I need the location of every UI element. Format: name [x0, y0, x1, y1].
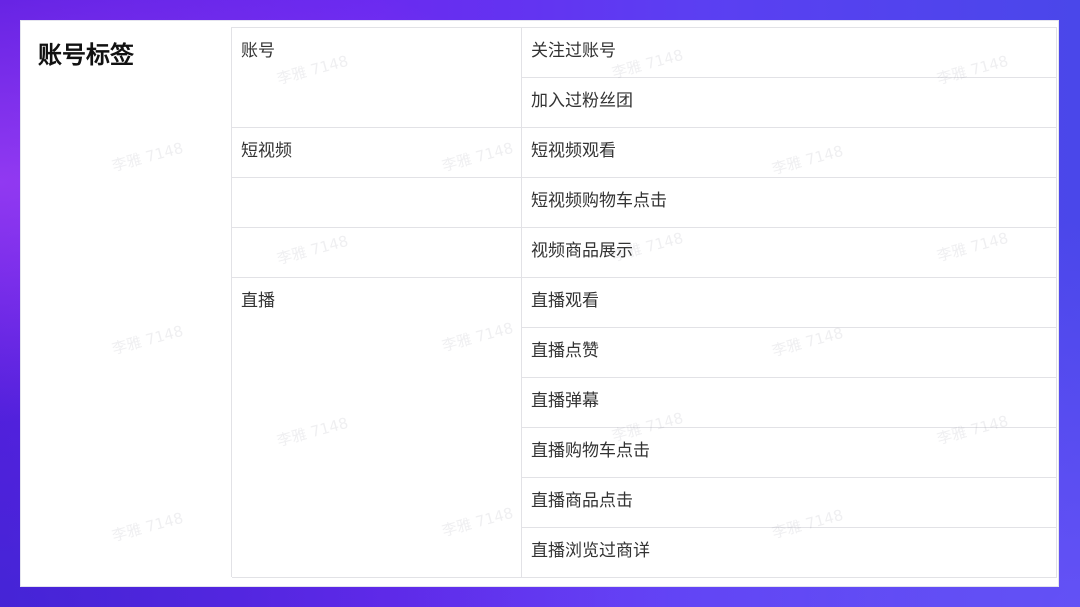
- group-short-video: 短视频: [231, 127, 522, 178]
- tag-item: 视频商品展示: [521, 227, 1057, 278]
- tag-item: 直播观看: [521, 277, 1057, 328]
- group-account: 账号: [231, 27, 522, 128]
- empty-cell: [231, 177, 522, 228]
- tag-item: 直播浏览过商详: [521, 527, 1057, 578]
- tag-item: 直播弹幕: [521, 377, 1057, 428]
- tag-item: 直播点赞: [521, 327, 1057, 378]
- group-live: 直播: [231, 277, 522, 578]
- content-panel: 账号标签 账号 关注过账号 加入过粉丝团 短视频 短视频观看 短视频购物车点击 …: [20, 20, 1059, 587]
- tag-item: 直播购物车点击: [521, 427, 1057, 478]
- empty-cell: [231, 227, 522, 278]
- table-row: 账号标签 账号 关注过账号: [27, 27, 1057, 578]
- tag-item: 直播商品点击: [521, 477, 1057, 528]
- tag-item: 短视频购物车点击: [521, 177, 1057, 228]
- tag-item: 短视频观看: [521, 127, 1057, 178]
- table-title: 账号标签: [27, 27, 232, 578]
- tag-item: 加入过粉丝团: [521, 77, 1057, 128]
- tag-item: 关注过账号: [521, 27, 1057, 78]
- account-tag-table: 账号标签 账号 关注过账号 加入过粉丝团 短视频 短视频观看 短视频购物车点击 …: [27, 27, 1057, 578]
